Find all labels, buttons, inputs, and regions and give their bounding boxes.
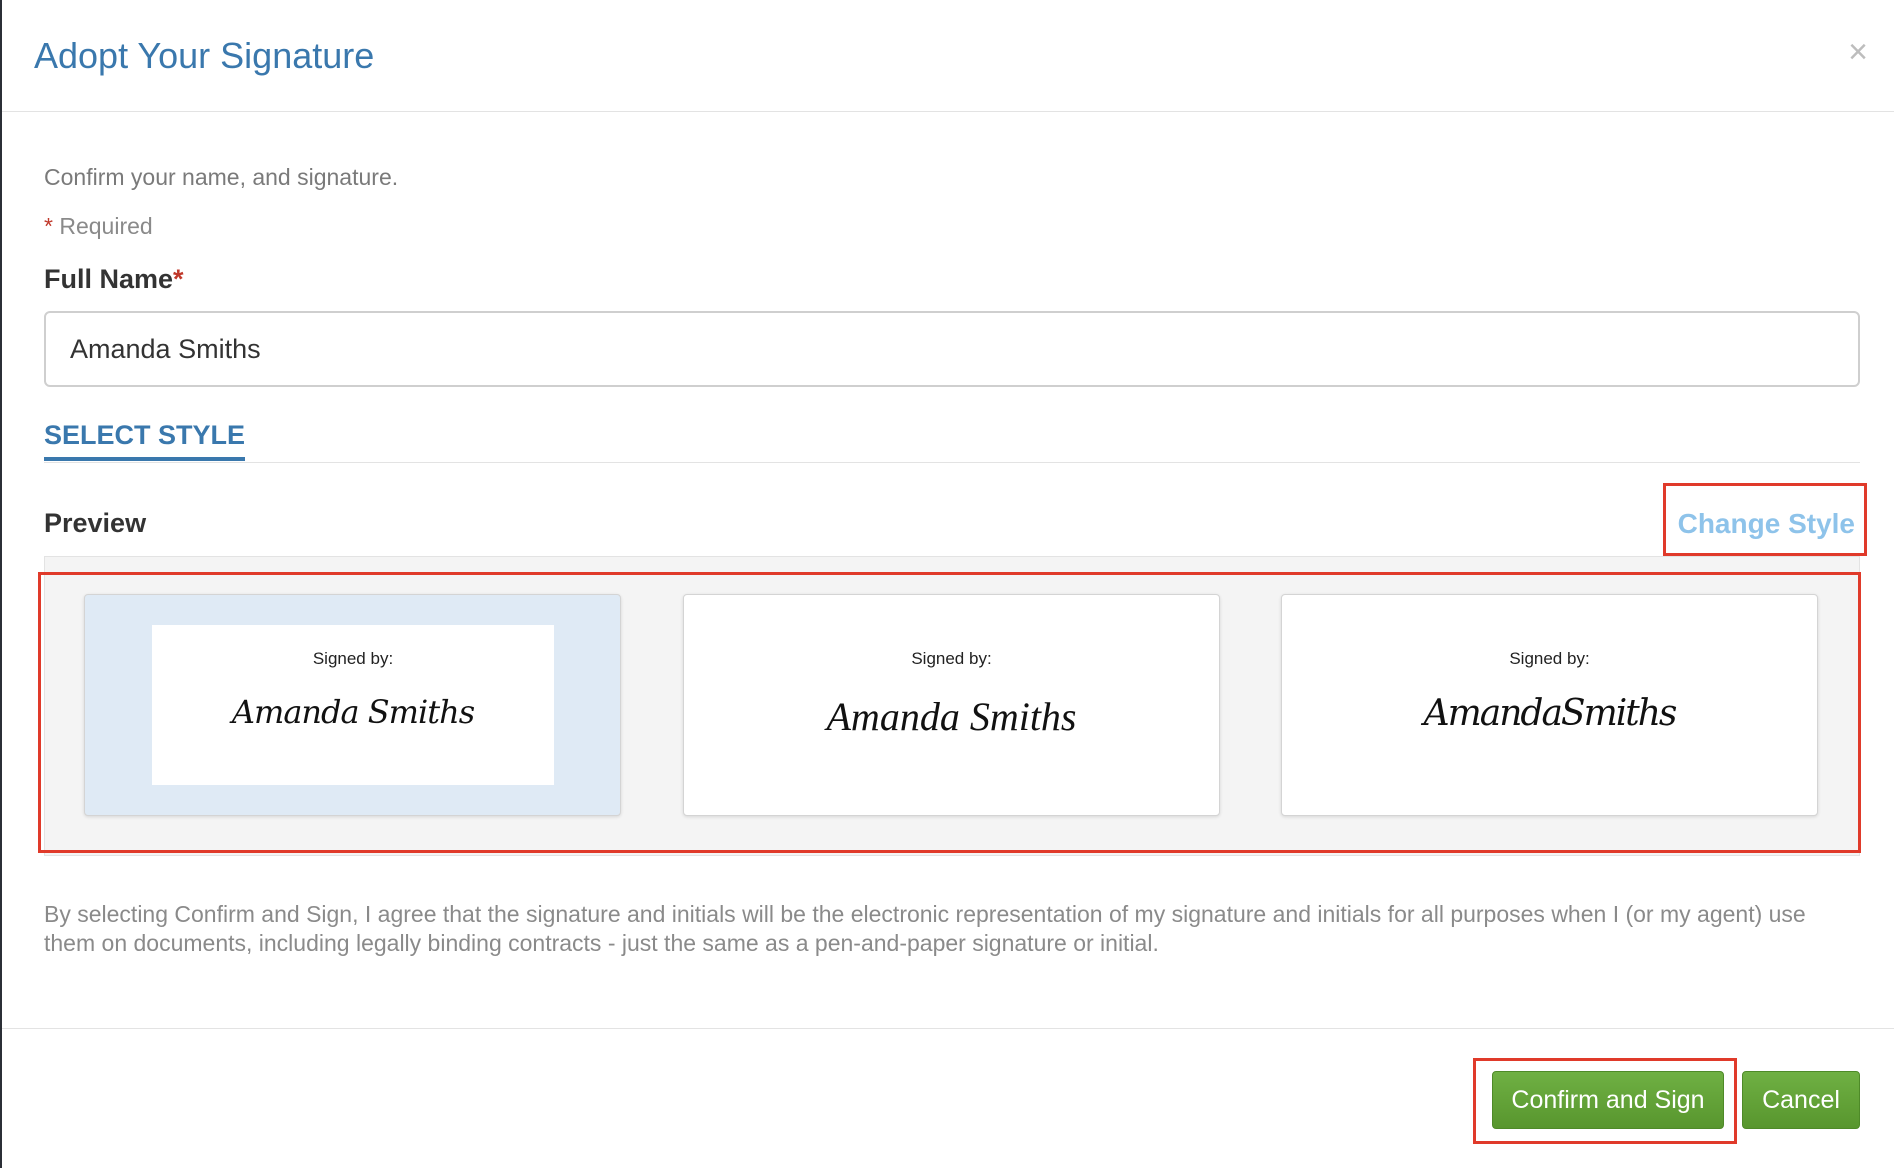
required-label: Required: [59, 213, 153, 239]
adopt-signature-dialog: Adopt Your Signature × Confirm your name…: [0, 0, 1894, 1168]
close-icon[interactable]: ×: [1848, 32, 1868, 72]
dialog-title: Adopt Your Signature: [34, 35, 375, 76]
style-tabs: SELECT STYLE: [44, 416, 1860, 463]
full-name-label-text: Full Name: [44, 264, 174, 294]
style-options-highlight: [38, 572, 1861, 853]
tab-select-style[interactable]: SELECT STYLE: [44, 420, 246, 461]
change-style-highlight: [1663, 483, 1867, 556]
agreement-text: By selecting Confirm and Sign, I agree t…: [44, 901, 1806, 956]
full-name-label: Full Name*: [44, 264, 184, 295]
dialog-header: Adopt Your Signature ×: [2, 0, 1894, 112]
cancel-button[interactable]: Cancel: [1742, 1071, 1860, 1129]
confirm-button-highlight: [1473, 1058, 1737, 1144]
full-name-input[interactable]: [44, 311, 1860, 387]
full-name-required-star: *: [173, 264, 184, 294]
required-star: *: [44, 213, 53, 239]
preview-label: Preview: [44, 508, 147, 538]
intro-text: Confirm your name, and signature.: [44, 164, 399, 190]
required-note: * Required: [44, 213, 153, 240]
